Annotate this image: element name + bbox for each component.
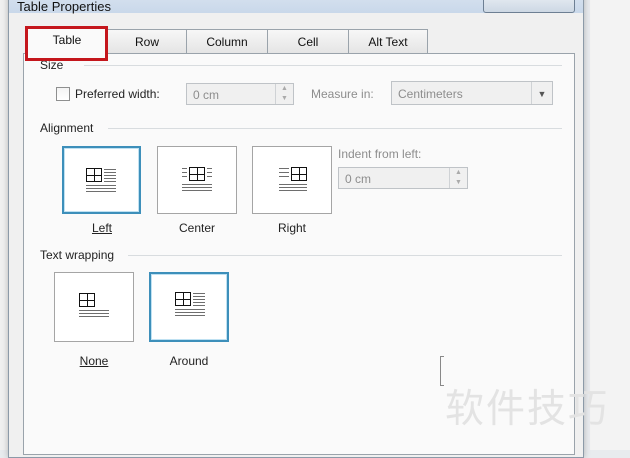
alignment-group-label: Alignment [40, 121, 94, 135]
align-center-label: Center [157, 221, 237, 235]
wrap-around-label: Around [149, 354, 229, 368]
tab-alt-text[interactable]: Alt Text [348, 29, 428, 54]
tab-column[interactable]: Column [186, 29, 268, 54]
wrap-none-label: None [54, 354, 134, 368]
background-document-left [0, 0, 8, 450]
watermark-text: 软件技巧 [445, 387, 610, 432]
partial-button-edge [440, 356, 444, 386]
indent-from-left-value: 0 cm [345, 172, 372, 186]
align-left-text: Left [91, 221, 112, 235]
tab-alt-text-label: Alt Text [368, 35, 408, 49]
align-left-label: Left [62, 221, 142, 235]
spin-down-icon: ▼ [455, 179, 462, 186]
wrap-none-option[interactable] [54, 272, 134, 342]
indent-spinner[interactable]: ▲ ▼ [449, 168, 467, 188]
size-group-divider [84, 65, 562, 66]
measure-in-select[interactable]: Centimeters ▼ [391, 81, 553, 105]
preferred-width-spinner[interactable]: ▲ ▼ [275, 84, 293, 104]
text-wrapping-group-label: Text wrapping [40, 248, 115, 262]
preferred-width-value: 0 cm [193, 88, 220, 102]
preferred-width-label: Preferred width: [75, 87, 160, 101]
align-left-option[interactable] [62, 146, 141, 214]
tab-cell[interactable]: Cell [267, 29, 349, 54]
wrap-around-option[interactable] [149, 272, 229, 342]
title-bar: Table Properties [9, 0, 583, 14]
spin-down-icon: ▼ [281, 95, 288, 102]
wrap-around-text: Around [169, 354, 209, 368]
tab-cell-label: Cell [297, 35, 319, 49]
wrap-none-text: None [79, 354, 109, 368]
tab-highlight-box [25, 26, 108, 61]
alignment-group-divider [108, 128, 562, 129]
spin-up-icon: ▲ [281, 85, 288, 92]
align-right-option[interactable] [252, 146, 332, 214]
align-right-text: Right [277, 221, 306, 235]
indent-from-left-field[interactable]: 0 cm ▲ ▼ [338, 167, 468, 189]
measure-in-value: Centimeters [398, 87, 463, 101]
measure-in-label: Measure in: [311, 87, 374, 101]
dialog-title: Table Properties [17, 0, 111, 14]
align-right-label: Right [252, 221, 332, 235]
tab-row-label: Row [134, 35, 159, 49]
spin-up-icon: ▲ [455, 169, 462, 176]
preferred-width-checkbox[interactable] [56, 87, 70, 101]
text-wrapping-group-divider [128, 255, 562, 256]
chevron-down-icon: ▼ [531, 82, 552, 104]
tab-column-label: Column [206, 35, 248, 49]
tab-row[interactable]: Row [107, 29, 187, 54]
preferred-width-field[interactable]: 0 cm ▲ ▼ [186, 83, 294, 105]
align-center-text: Center [178, 221, 216, 235]
align-center-option[interactable] [157, 146, 237, 214]
indent-from-left-label: Indent from left: [338, 147, 422, 161]
close-button[interactable] [483, 0, 575, 13]
